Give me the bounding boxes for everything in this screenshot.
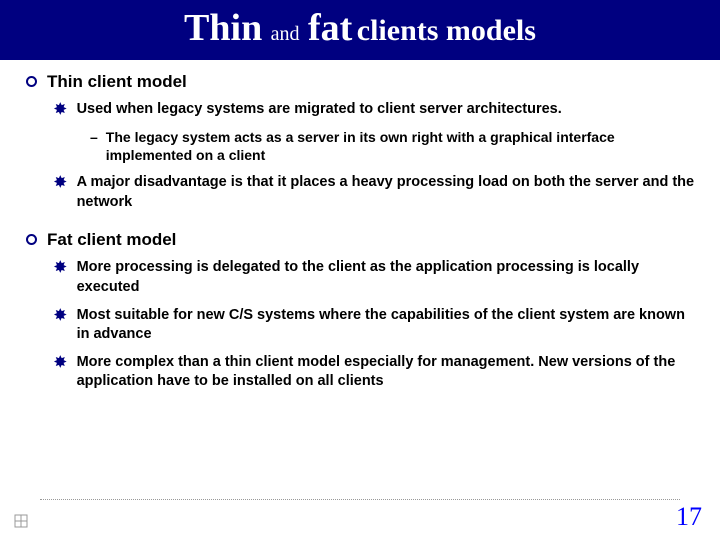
star-bullet-icon: ✸: [54, 258, 67, 278]
title-word-fat: fat: [308, 7, 352, 49]
star-bullet-icon: ✸: [54, 100, 67, 120]
circle-bullet-icon: [26, 76, 37, 87]
placeholder-icon: [14, 514, 28, 528]
title-word-thin: Thin: [184, 7, 262, 49]
bullet-item: ✸ More complex than a thin client model …: [54, 353, 696, 392]
bullet-item: ✸ Used when legacy systems are migrated …: [54, 100, 696, 120]
star-bullet-icon: ✸: [54, 306, 67, 326]
sub-bullet-text: The legacy system acts as a server in it…: [106, 128, 696, 166]
page-number: 17: [676, 502, 702, 532]
footer-divider: [40, 499, 680, 500]
bullet-text: More processing is delegated to the clie…: [77, 258, 696, 297]
star-bullet-icon: ✸: [54, 353, 67, 373]
circle-bullet-icon: [26, 234, 37, 245]
star-bullet-icon: ✸: [54, 173, 67, 193]
slide-title-bar: Thin and fat clients models: [0, 0, 720, 60]
slide-body: Thin client model ✸ Used when legacy sys…: [0, 60, 720, 392]
bullet-item: ✸ More processing is delegated to the cl…: [54, 258, 696, 297]
title-word-and: and: [267, 23, 304, 45]
dash-bullet-icon: –: [90, 128, 98, 147]
sub-bullet-item: – The legacy system acts as a server in …: [90, 128, 696, 166]
bullet-text: More complex than a thin client model es…: [77, 353, 696, 392]
section-fat-client: Fat client model ✸ More processing is de…: [44, 230, 696, 391]
bullet-text: Used when legacy systems are migrated to…: [77, 100, 562, 120]
section-heading-text: Thin client model: [47, 72, 187, 92]
title-remainder: clients models: [357, 14, 536, 47]
section-thin-client: Thin client model ✸ Used when legacy sys…: [44, 72, 696, 212]
section-heading: Fat client model: [26, 230, 696, 250]
bullet-item: ✸ A major disadvantage is that it places…: [54, 173, 696, 212]
bullet-text: Most suitable for new C/S systems where …: [77, 306, 696, 345]
section-heading-text: Fat client model: [47, 230, 176, 250]
bullet-item: ✸ Most suitable for new C/S systems wher…: [54, 306, 696, 345]
bullet-text: A major disadvantage is that it places a…: [77, 173, 696, 212]
section-heading: Thin client model: [26, 72, 696, 92]
